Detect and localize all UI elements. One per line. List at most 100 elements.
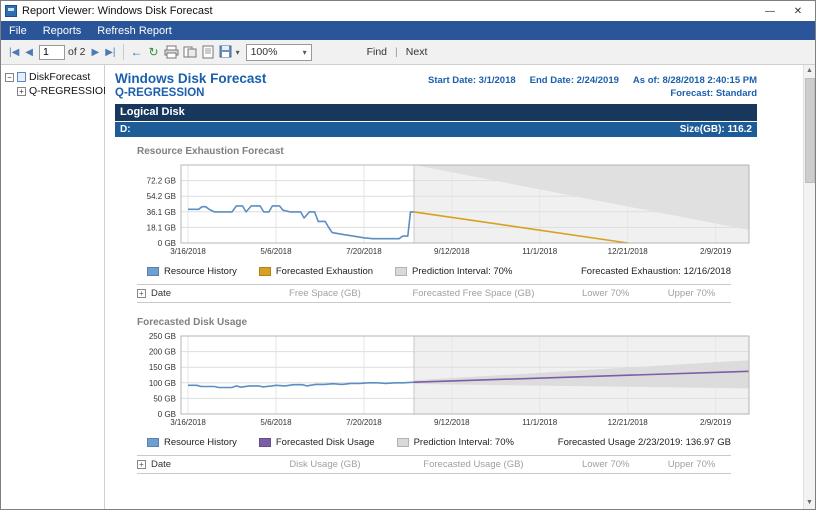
collapse-icon[interactable]: −: [5, 73, 14, 82]
report-tree-panel: − DiskForecast + Q-REGRESSION: [1, 65, 105, 509]
scroll-down-icon[interactable]: ▼: [804, 497, 815, 509]
expand-table-icon[interactable]: +: [137, 460, 146, 469]
legend-item: Prediction Interval: 70%: [395, 266, 512, 277]
column-header: Free Space (GB): [262, 288, 387, 299]
svg-text:7/20/2018: 7/20/2018: [346, 418, 382, 427]
legend-swatch-interval: [395, 267, 407, 276]
minimize-button[interactable]: —: [757, 6, 783, 17]
column-header-date: Date: [151, 459, 171, 470]
vertical-scrollbar[interactable]: ▲ ▼: [803, 65, 815, 509]
report-title: Windows Disk Forecast: [115, 71, 266, 86]
legend-swatch-history: [147, 267, 159, 276]
close-button[interactable]: ✕: [785, 6, 811, 17]
svg-text:54.2 GB: 54.2 GB: [147, 192, 176, 201]
column-header-date: Date: [151, 288, 171, 299]
tree-node-q-regression[interactable]: + Q-REGRESSION: [1, 84, 104, 98]
legend-label: Resource History: [164, 437, 237, 448]
svg-text:200 GB: 200 GB: [149, 348, 176, 357]
print-layout-icon[interactable]: [183, 45, 197, 59]
svg-text:36.1 GB: 36.1 GB: [147, 208, 176, 217]
back-button[interactable]: ←: [128, 44, 146, 60]
column-header: Upper 70%: [652, 288, 731, 299]
menu-bar: File Reports Refresh Report: [1, 21, 815, 40]
disk-row-header: D: Size(GB): 116.2: [115, 122, 757, 137]
svg-text:11/1/2018: 11/1/2018: [522, 418, 558, 427]
last-page-button[interactable]: ▶|: [102, 46, 118, 59]
svg-text:18.1 GB: 18.1 GB: [147, 223, 176, 232]
scroll-up-icon[interactable]: ▲: [804, 65, 815, 77]
column-header: Disk Usage (GB): [262, 459, 387, 470]
svg-text:50 GB: 50 GB: [153, 394, 176, 403]
legend-label: Prediction Interval: 70%: [412, 266, 512, 277]
next-page-button[interactable]: ▶: [89, 46, 103, 59]
zoom-select[interactable]: 100% ▾: [246, 44, 312, 61]
svg-text:3/16/2018: 3/16/2018: [170, 418, 206, 427]
legend-item: Forecasted Exhaustion: [259, 266, 373, 277]
forecast-type-label: Forecast: Standard: [670, 88, 757, 99]
tree-node-label: DiskForecast: [29, 71, 90, 83]
legend-label: Forecasted Disk Usage: [276, 437, 375, 448]
column-header: Lower 70%: [559, 459, 652, 470]
svg-text:2/9/2019: 2/9/2019: [700, 247, 732, 256]
print-icon[interactable]: [164, 45, 179, 59]
find-button[interactable]: Find: [367, 46, 387, 58]
detail-table-header: + Date Free Space (GB) Forecasted Free S…: [137, 284, 731, 303]
legend-swatch-usage: [259, 438, 271, 447]
expand-table-icon[interactable]: +: [137, 289, 146, 298]
report-subtitle: Q-REGRESSION: [115, 87, 204, 99]
legend-label: Forecasted Exhaustion: [276, 266, 373, 277]
svg-text:2/9/2019: 2/9/2019: [700, 418, 732, 427]
prev-page-button[interactable]: ◀: [22, 46, 36, 59]
svg-text:7/20/2018: 7/20/2018: [346, 247, 382, 256]
column-header: Forecasted Usage (GB): [388, 459, 560, 470]
menu-reports[interactable]: Reports: [35, 23, 90, 39]
legend-label: Prediction Interval: 70%: [414, 437, 514, 448]
zoom-value: 100%: [251, 46, 278, 58]
svg-text:5/6/2018: 5/6/2018: [260, 247, 292, 256]
disk-usage-section: Forecasted Disk Usage 0 GB50 GB100 GB150…: [115, 317, 757, 474]
export-dropdown-caret[interactable]: ▾: [236, 48, 240, 57]
refresh-icon[interactable]: ↻: [146, 44, 162, 60]
report-toolbar: |◀ ◀ of 2 ▶ ▶| ← ↻ ▾ 100%: [1, 40, 815, 65]
find-next-divider: |: [395, 46, 398, 58]
page-setup-icon[interactable]: [201, 45, 215, 59]
find-next-button[interactable]: Next: [406, 46, 428, 58]
expand-icon[interactable]: +: [17, 87, 26, 96]
svg-text:11/1/2018: 11/1/2018: [522, 247, 558, 256]
export-icon[interactable]: [219, 45, 234, 59]
page-number-input[interactable]: [39, 45, 65, 60]
detail-table-header: + Date Disk Usage (GB) Forecasted Usage …: [137, 455, 731, 474]
legend-swatch-history: [147, 438, 159, 447]
forecasted-exhaustion-annotation: Forecasted Exhaustion: 12/16/2018: [581, 266, 731, 277]
chart-title: Forecasted Disk Usage: [137, 317, 757, 328]
scrollbar-thumb[interactable]: [805, 78, 815, 183]
svg-text:250 GB: 250 GB: [149, 332, 176, 341]
column-header: Lower 70%: [559, 288, 652, 299]
chart-legend: Resource History Forecasted Disk Usage P…: [147, 437, 731, 448]
menu-refresh-report[interactable]: Refresh Report: [89, 23, 180, 39]
svg-text:3/16/2018: 3/16/2018: [170, 247, 206, 256]
end-date-label: End Date: 2/24/2019: [530, 75, 619, 86]
legend-item: Resource History: [147, 437, 237, 448]
column-header: Upper 70%: [652, 459, 731, 470]
zoom-caret: ▾: [303, 48, 307, 57]
svg-text:150 GB: 150 GB: [149, 363, 176, 372]
resource-exhaustion-section: Resource Exhaustion Forecast 0 GB18.1 GB…: [115, 146, 757, 303]
legend-swatch-exhaustion: [259, 267, 271, 276]
tree-node-label: Q-REGRESSION: [29, 85, 111, 97]
tree-node-diskforecast[interactable]: − DiskForecast: [1, 70, 104, 84]
legend-item: Forecasted Disk Usage: [259, 437, 375, 448]
disk-name: D:: [120, 124, 131, 135]
start-date-label: Start Date: 3/1/2018: [428, 75, 516, 86]
menu-file[interactable]: File: [1, 23, 35, 39]
toolbar-separator: [123, 44, 124, 60]
svg-text:9/12/2018: 9/12/2018: [434, 418, 470, 427]
report-viewer-window: Report Viewer: Windows Disk Forecast — ✕…: [0, 0, 816, 510]
svg-text:72.2 GB: 72.2 GB: [147, 177, 176, 186]
report-pane: Windows Disk Forecast Start Date: 3/1/20…: [105, 65, 815, 509]
report-folder-icon: [17, 72, 26, 82]
page-count-label: of 2: [68, 46, 86, 58]
svg-text:5/6/2018: 5/6/2018: [260, 418, 292, 427]
disk-usage-chart: 0 GB50 GB100 GB150 GB200 GB250 GB3/16/20…: [129, 330, 757, 435]
first-page-button[interactable]: |◀: [6, 46, 22, 59]
